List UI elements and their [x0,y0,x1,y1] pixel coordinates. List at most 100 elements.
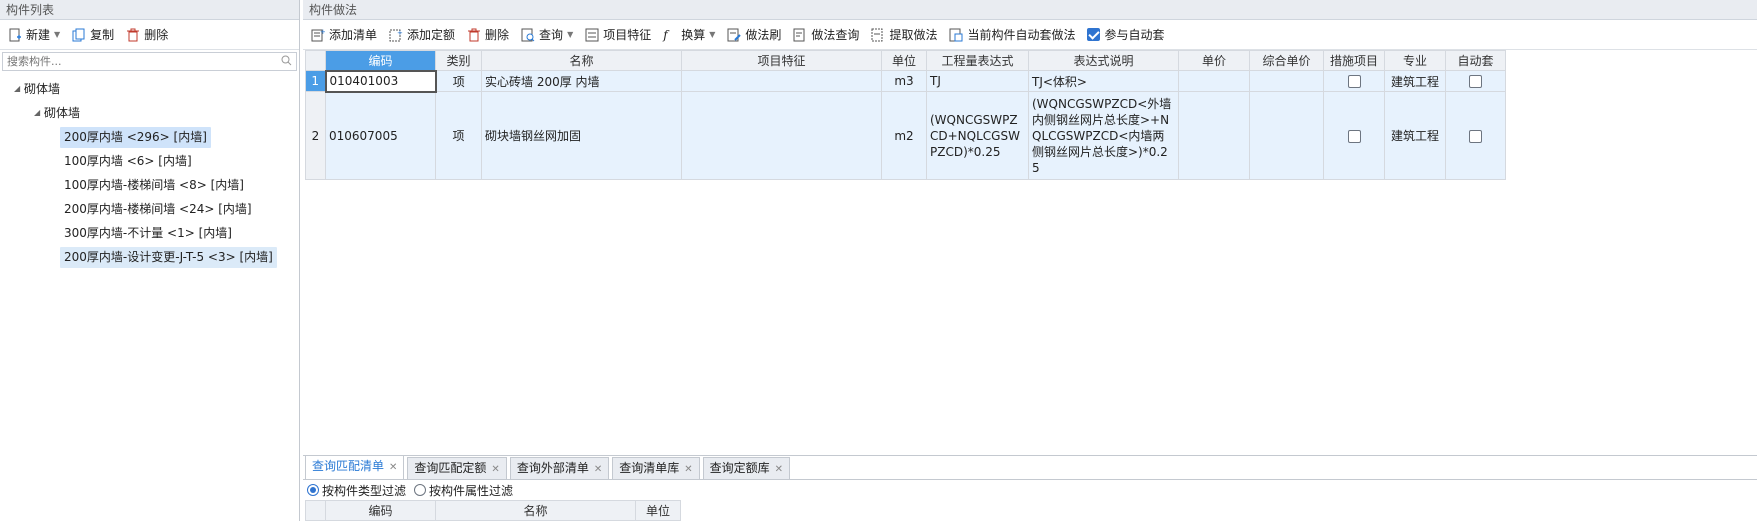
copy-icon [72,28,86,42]
cell-category[interactable]: 项 [435,70,482,92]
column-header-category[interactable]: 类别 [435,50,482,71]
cell-code[interactable]: 010401003 [324,69,437,93]
filter-by-attr-radio[interactable] [414,484,427,496]
add-quota-button[interactable]: + 添加定额 [385,23,459,47]
measure-checkbox[interactable] [1347,129,1361,143]
chevron-down-icon[interactable]: ▼ [54,30,60,39]
cell-expr[interactable]: (WQNCGSWPZCD+NQLCGSWPZCD)*0.25 [926,91,1029,180]
item-feature-button[interactable]: 项目特征 [581,23,655,47]
tab-list-library[interactable]: 查询清单库 ✕ [612,457,700,479]
cell-expr[interactable]: TJ [926,70,1029,92]
expand-icon[interactable]: ◢ [14,77,24,101]
tree-leaf-item[interactable]: 100厚内墙 <6> [内墙] [60,151,196,172]
close-icon[interactable]: ✕ [389,462,397,473]
cell-category[interactable]: 项 [435,91,482,180]
column-header-feature[interactable]: 项目特征 [681,50,882,71]
cell-auto[interactable] [1445,70,1506,92]
cell-expr-desc[interactable]: (WQNCGSWPZCD<外墙内侧钢丝网片总长度>+NQLCGSWPZCD<内墙… [1028,91,1179,180]
column-header-price[interactable]: 单价 [1178,50,1250,71]
cell-specialty[interactable]: 建筑工程 [1384,70,1446,92]
tree-node-child[interactable]: ◢ 砌体墙 [0,101,299,125]
cell-expr-desc[interactable]: TJ<体积> [1028,70,1179,92]
convert-button[interactable]: 𝑓 换算 ▼ [659,23,719,47]
cell-name[interactable]: 实心砖墙 200厚 内墙 [481,70,682,92]
cell-measure[interactable] [1323,91,1385,180]
column-header-comp-price[interactable]: 综合单价 [1249,50,1324,71]
cell-feature[interactable] [681,70,882,92]
filter-by-attr-label[interactable]: 按构件属性过滤 [429,482,513,499]
add-quota-icon: + [389,28,403,42]
cell-price[interactable] [1178,91,1250,180]
cell-comp-price[interactable] [1249,70,1324,92]
new-button[interactable]: 新建 ▼ [4,23,64,47]
component-search-input[interactable] [7,55,267,68]
cell-feature[interactable] [681,91,882,180]
auto-checkbox[interactable] [1469,75,1482,88]
auto-checkbox[interactable] [1469,129,1482,143]
cell-comp-price[interactable] [1249,91,1324,180]
copy-button[interactable]: 复制 [68,23,118,47]
cell-code[interactable]: 010607005 [325,91,436,180]
tab-match-quota[interactable]: 查询匹配定额 ✕ [407,457,507,479]
filter-by-type-radio[interactable] [307,484,319,496]
table-row[interactable]: 2 010607005 项 砌块墙钢丝网加固 m2 (WQNCGSWPZCD+N… [305,91,1506,180]
column-header-unit[interactable]: 单位 [881,50,927,71]
svg-text:+: + [397,29,403,37]
query-column-unit[interactable]: 单位 [635,500,681,521]
tab-match-list[interactable]: 查询匹配清单 ✕ [305,455,405,479]
delete-method-button[interactable]: 删除 [463,23,513,47]
column-header-code[interactable]: 编码 [325,50,436,71]
cell-auto[interactable] [1445,91,1506,180]
tree-node-root[interactable]: ◢ 砌体墙 [0,77,299,101]
search-icon[interactable] [281,55,292,69]
tab-label: 查询定额库 [709,461,770,475]
query-column-code[interactable]: 编码 [325,500,436,521]
filter-by-type-label[interactable]: 按构件类型过滤 [322,482,406,499]
delete-button[interactable]: 删除 [122,23,172,47]
add-list-button[interactable]: + 添加清单 [307,23,381,47]
chevron-down-icon[interactable]: ▼ [709,30,715,39]
column-header-auto[interactable]: 自动套 [1445,50,1506,71]
cell-unit[interactable]: m2 [881,91,927,180]
close-icon[interactable]: ✕ [684,464,692,475]
row-number[interactable]: 2 [305,91,326,180]
expand-icon[interactable]: ◢ [34,101,44,125]
component-search[interactable] [2,52,297,71]
query-column-name[interactable]: 名称 [435,500,636,521]
cell-unit[interactable]: m3 [881,70,927,92]
table-row[interactable]: 1 010401003 项 实心砖墙 200厚 内墙 m3 TJ TJ<体积> … [305,69,1506,93]
component-method-title: 构件做法 [303,0,1757,20]
participate-auto-checkbox[interactable] [1087,28,1101,41]
auto-method-button[interactable]: 当前构件自动套做法 [945,23,1079,47]
method-brush-button[interactable]: 做法刷 [723,23,785,47]
column-header-measure[interactable]: 措施项目 [1323,50,1385,71]
tree-leaf-item[interactable]: 200厚内墙 <296> [内墙] [60,127,211,148]
cell-price[interactable] [1178,70,1250,92]
tab-external-list[interactable]: 查询外部清单 ✕ [509,457,610,479]
column-header-specialty[interactable]: 专业 [1384,50,1446,71]
method-query-button[interactable]: 做法查询 [789,23,863,47]
tree-leaf-item[interactable]: 200厚内墙-楼梯间墙 <24> [内墙] [60,199,256,220]
measure-checkbox[interactable] [1347,75,1361,88]
row-number[interactable]: 1 [305,70,326,92]
column-header-expr[interactable]: 工程量表达式 [926,50,1029,71]
extract-method-button[interactable]: 提取做法 [867,23,941,47]
close-icon[interactable]: ✕ [775,464,783,475]
column-header-expr-desc[interactable]: 表达式说明 [1028,50,1179,71]
tab-quota-library[interactable]: 查询定额库 ✕ [702,457,791,479]
tree-leaf-item[interactable]: 300厚内墙-不计量 <1> [内墙] [60,223,236,244]
cell-name[interactable]: 砌块墙钢丝网加固 [481,91,682,180]
cell-specialty[interactable]: 建筑工程 [1384,91,1446,180]
tree-leaf-item[interactable]: 200厚内墙-设计变更-J-T-5 <3> [内墙] [60,247,277,268]
tree-leaf-item[interactable]: 100厚内墙-楼梯间墙 <8> [内墙] [60,175,248,196]
tab-label: 查询匹配清单 [312,459,385,473]
chevron-down-icon[interactable]: ▼ [567,30,573,39]
cell-measure[interactable] [1323,70,1385,92]
participate-auto-toggle[interactable]: 参与自动套 [1083,23,1168,47]
query-button[interactable]: 查询 ▼ [517,23,577,47]
column-header-name[interactable]: 名称 [481,50,682,71]
close-icon[interactable]: ✕ [491,464,499,475]
tab-label: 查询清单库 [619,461,680,475]
close-icon[interactable]: ✕ [594,464,602,475]
convert-label: 换算 [681,28,706,42]
